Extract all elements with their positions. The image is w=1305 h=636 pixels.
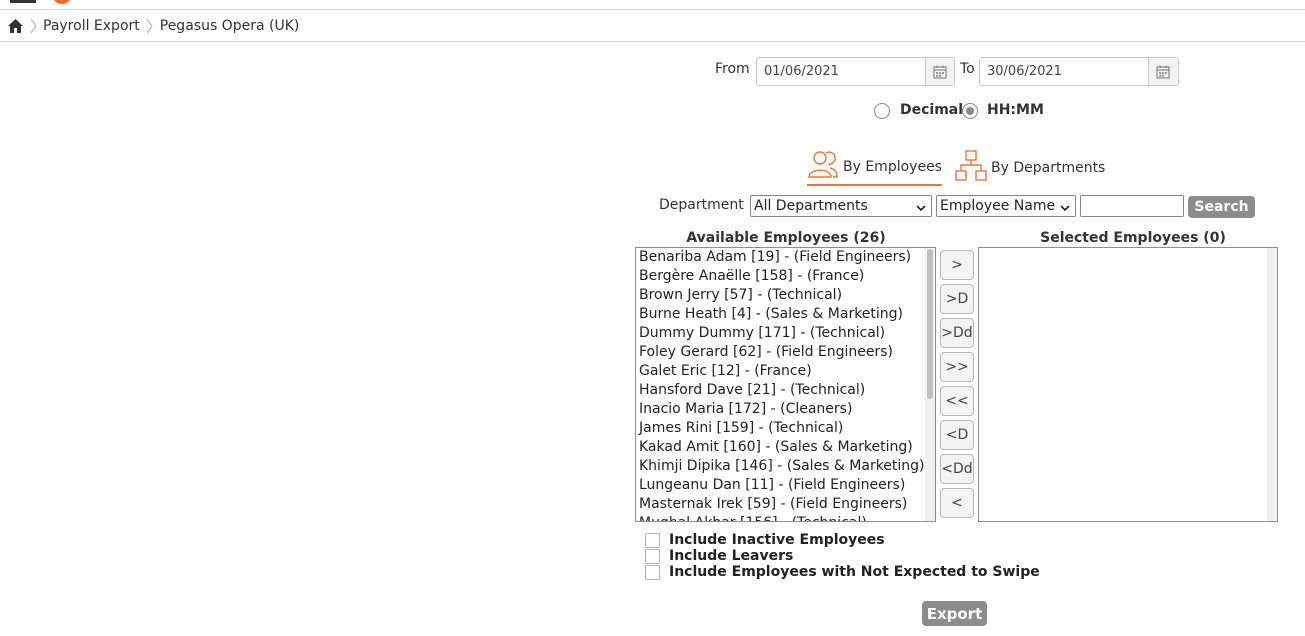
move-department-descendants-right-button[interactable]: >Dd [940,318,974,348]
to-date-field [979,57,1179,86]
list-item[interactable]: Galet Eric [12] - (France) [636,362,935,381]
department-select[interactable]: All Departments [750,195,932,217]
department-select-value: All Departments [754,198,868,214]
to-label: To [960,61,975,77]
to-date-input[interactable] [980,58,1148,85]
hhmm-radio[interactable] [962,103,978,119]
list-item[interactable]: Bergère Anaëlle [158] - (France) [636,267,935,286]
scrollbar-thumb[interactable] [927,249,933,399]
breadcrumb-payroll-export[interactable]: Payroll Export [38,18,145,34]
list-item[interactable]: Brown Jerry [57] - (Technical) [636,286,935,305]
move-department-right-button[interactable]: >D [940,284,974,314]
tab-by-departments-label: By Departments [991,160,1106,176]
list-item[interactable]: Inacio Maria [172] - (Cleaners) [636,400,935,419]
tab-by-departments[interactable]: By Departments [955,150,1105,186]
move-all-left-button[interactable]: << [940,386,974,416]
list-item[interactable]: Hansford Dave [21] - (Technical) [636,381,935,400]
list-item[interactable]: Lungeanu Dan [11] - (Field Engineers) [636,476,935,495]
move-all-right-button[interactable]: >> [940,352,974,382]
include-leavers-checkbox[interactable] [645,548,660,564]
search-button[interactable]: Search [1188,196,1255,218]
decimal-label: Decimal [900,102,964,118]
calendar-icon[interactable] [1148,58,1177,85]
include-inactive-row: Include Inactive Employees [645,532,885,548]
move-department-left-button[interactable]: <D [940,420,974,450]
tab-by-employees[interactable]: By Employees [807,150,942,186]
include-not-expected-checkbox[interactable] [645,564,660,580]
users-icon [807,149,839,185]
move-selected-right-button[interactable]: > [940,250,974,280]
from-label: From [715,61,750,77]
export-button[interactable]: Export [922,601,987,626]
list-item[interactable]: Benariba Adam [19] - (Field Engineers) [636,248,935,267]
move-selected-left-button[interactable]: < [940,488,974,518]
available-employees-list[interactable]: Benariba Adam [19] - (Field Engineers) Be… [635,247,936,522]
breadcrumb-separator-icon [28,11,38,41]
logo-icon [52,0,72,4]
org-chart-icon [955,150,987,186]
search-input[interactable] [1080,195,1184,217]
list-item[interactable]: Dummy Dummy [171] - (Technical) [636,324,935,343]
decimal-radio[interactable] [874,103,890,119]
available-employees-title: Available Employees (26) [686,230,886,246]
department-label: Department [659,197,744,213]
breadcrumb-separator-icon [145,11,155,41]
list-item[interactable]: Kakad Amit [160] - (Sales & Marketing) [636,438,935,457]
sort-by-select[interactable]: Employee Name [936,195,1076,217]
move-department-descendants-left-button[interactable]: <Dd [940,454,974,484]
breadcrumb: Payroll Export Pegasus Opera (UK) [0,10,1305,42]
list-item[interactable]: Burne Heath [4] - (Sales & Marketing) [636,305,935,324]
include-not-expected-label: Include Employees with Not Expected to S… [669,564,1040,580]
include-leavers-label: Include Leavers [669,548,794,564]
from-date-field [756,57,955,86]
list-item[interactable]: James Rini [159] - (Technical) [636,419,935,438]
calendar-icon[interactable] [925,58,954,85]
list-item[interactable]: Masternak Irek [59] - (Field Engineers) [636,495,935,514]
selected-employees-title: Selected Employees (0) [1040,230,1226,246]
include-inactive-checkbox[interactable] [645,532,660,548]
selected-employees-list[interactable] [978,247,1278,522]
list-item[interactable]: Mughal Akbar [156] - (Technical) [636,514,935,521]
from-date-input[interactable] [757,58,925,85]
list-item[interactable]: Khimji Dipika [146] - (Sales & Marketing… [636,457,935,476]
menu-icon[interactable] [10,0,36,3]
chevron-down-icon [1060,201,1070,217]
home-icon[interactable] [2,11,28,41]
hhmm-label: HH:MM [987,102,1044,118]
chevron-down-icon [916,201,926,217]
tab-by-employees-label: By Employees [843,159,942,175]
available-list-scrollbar[interactable] [925,248,935,521]
include-inactive-label: Include Inactive Employees [669,532,885,548]
breadcrumb-pegasus-opera[interactable]: Pegasus Opera (UK) [155,18,305,34]
selected-list-scrollbar[interactable] [1267,248,1277,521]
include-leavers-row: Include Leavers [645,548,793,564]
include-not-expected-row: Include Employees with Not Expected to S… [645,564,1040,580]
sort-by-select-value: Employee Name [940,198,1056,214]
list-item[interactable]: Foley Gerard [62] - (Field Engineers) [636,343,935,362]
top-bar [0,0,1305,10]
